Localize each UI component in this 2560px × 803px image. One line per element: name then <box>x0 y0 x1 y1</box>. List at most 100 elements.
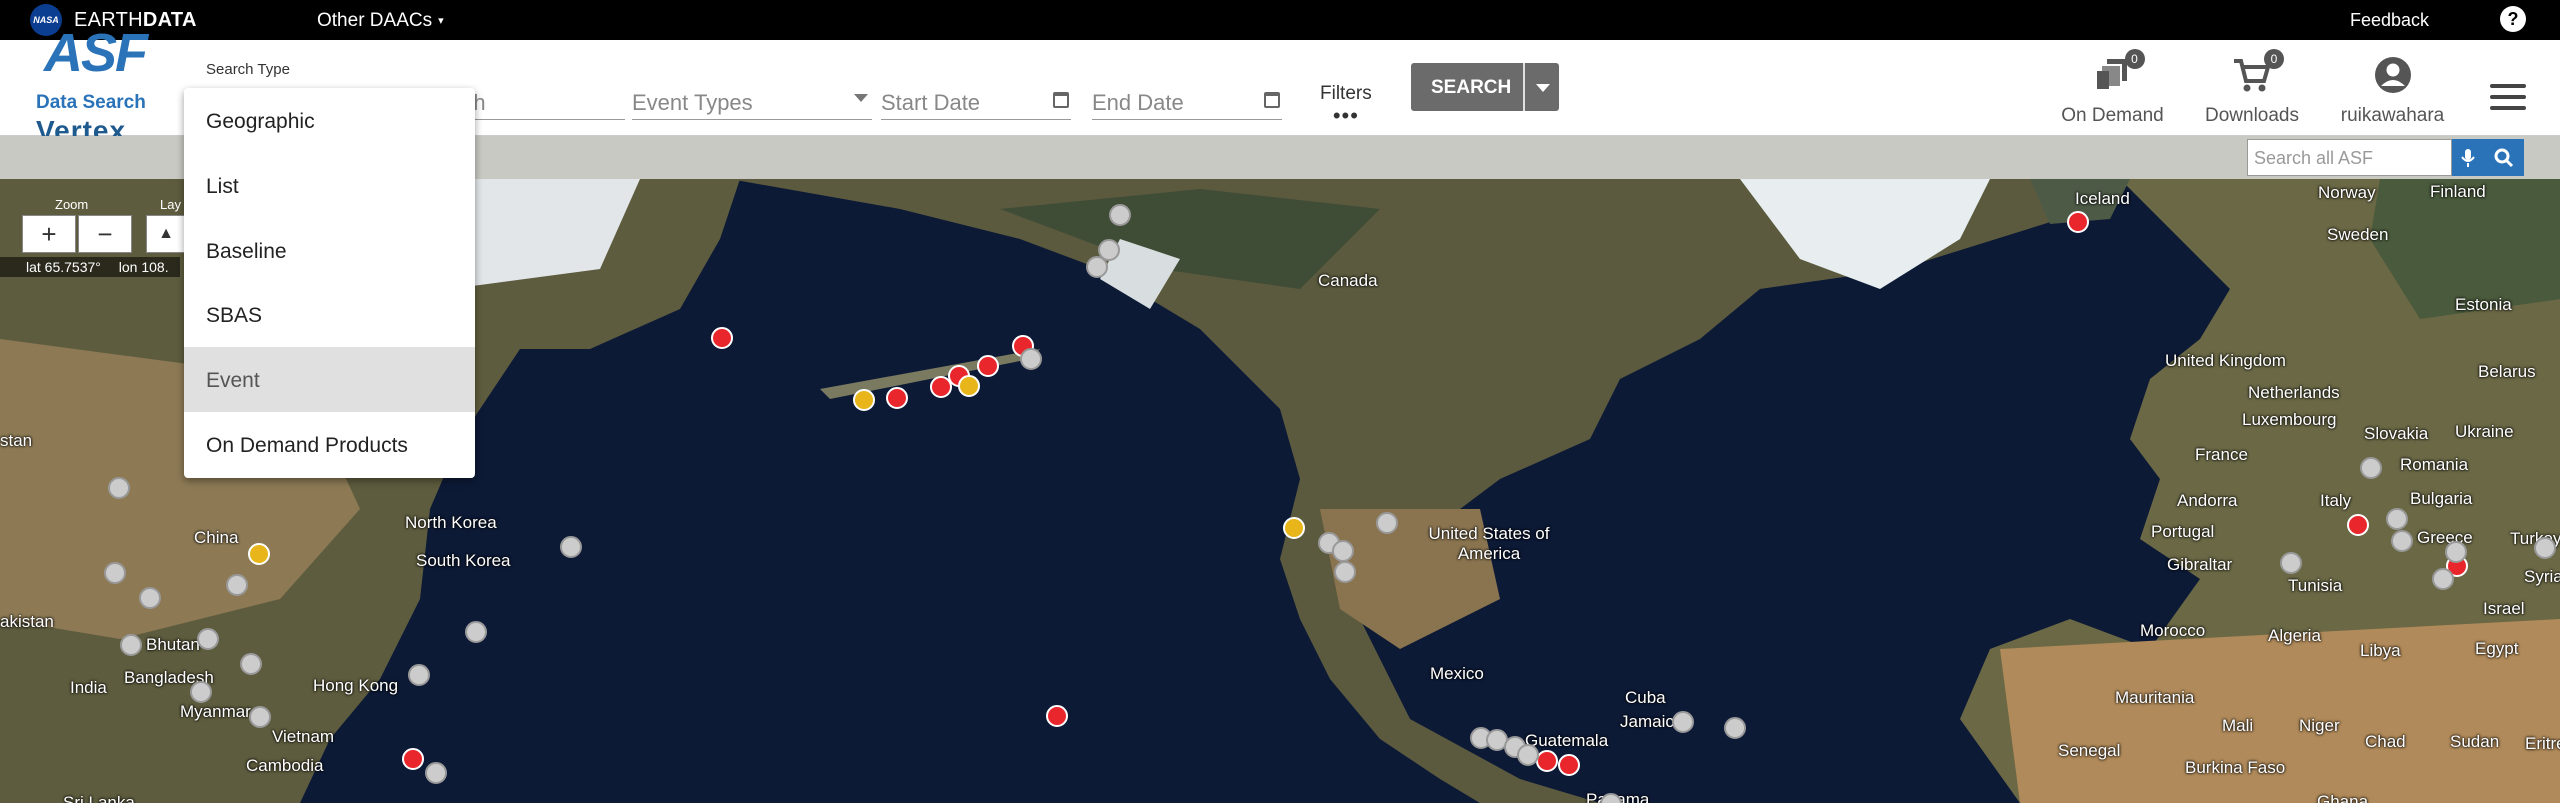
on-demand-label: On Demand <box>2061 105 2164 126</box>
map-label: Sudan <box>2450 732 2500 751</box>
search-type-on-demand-products[interactable]: On Demand Products <box>184 412 475 477</box>
earthquake-event-marker[interactable] <box>104 562 126 584</box>
earthquake-event-marker[interactable] <box>108 477 130 499</box>
other-daacs-label: Other DAACs <box>317 10 433 31</box>
earthquake-event-marker[interactable] <box>1332 540 1354 562</box>
earthquake-event-marker[interactable] <box>1517 744 1539 766</box>
earthquake-event-marker[interactable] <box>226 574 248 596</box>
username-label: ruikawahara <box>2340 105 2445 126</box>
search-button[interactable]: SEARCH <box>1411 63 1559 111</box>
earthquake-event-marker[interactable] <box>1334 561 1356 583</box>
earthquake-event-marker[interactable] <box>1724 717 1746 739</box>
volcano-event-marker[interactable] <box>977 355 999 377</box>
map-label: Slovakia <box>2364 424 2429 443</box>
map-label: United States of America <box>1428 524 1550 563</box>
earthquake-event-marker[interactable] <box>2386 508 2408 530</box>
search-options-caret-icon[interactable] <box>1536 84 1550 92</box>
map-label: Morocco <box>2140 621 2206 640</box>
earthquake-event-marker[interactable] <box>2391 530 2413 552</box>
logo-asf-text: ASF <box>44 23 148 83</box>
map-label: Algeria <box>2268 626 2321 645</box>
on-demand-button[interactable]: 0 On Demand <box>2055 49 2170 127</box>
earthquake-event-marker[interactable] <box>1376 512 1398 534</box>
search-all-asf-input[interactable]: Search all ASF <box>2247 139 2452 176</box>
search-type-geographic[interactable]: Geographic <box>184 88 475 153</box>
calendar-icon[interactable] <box>1264 92 1280 108</box>
earthquake-event-marker[interactable] <box>2534 537 2556 559</box>
other-daacs-dropdown[interactable]: Other DAACs ▾ <box>317 10 444 32</box>
earthquake-event-marker[interactable] <box>248 543 270 565</box>
volcano-event-marker[interactable] <box>886 387 908 409</box>
volcano-event-marker[interactable] <box>1558 754 1580 776</box>
asf-vertex-logo[interactable]: ASF Data Search Vertex <box>36 22 166 146</box>
earthquake-event-marker[interactable] <box>465 621 487 643</box>
account-circle-icon <box>2373 55 2413 95</box>
earthquake-event-marker[interactable] <box>408 664 430 686</box>
volcano-event-marker[interactable] <box>2347 514 2369 536</box>
map-label: Egypt <box>2475 639 2519 658</box>
search-type-sbas[interactable]: SBAS <box>184 282 475 347</box>
earthquake-event-marker[interactable] <box>240 653 262 675</box>
filters-button[interactable]: Filters ••• <box>1320 83 1372 128</box>
earthquake-event-marker[interactable] <box>1020 348 1042 370</box>
zoom-in-button[interactable]: + <box>22 215 76 253</box>
earthquake-event-marker[interactable] <box>2360 457 2382 479</box>
map-label: Finland <box>2430 182 2486 201</box>
volcano-event-marker[interactable] <box>1046 705 1068 727</box>
earthquake-event-marker[interactable] <box>1109 204 1131 226</box>
earthquake-event-marker[interactable] <box>425 762 447 784</box>
earthquake-event-marker[interactable] <box>2280 552 2302 574</box>
map-label: Canada <box>1318 271 1378 290</box>
search-type-list[interactable]: List <box>184 153 475 218</box>
earthquake-event-marker[interactable] <box>958 375 980 397</box>
earthquake-event-marker[interactable] <box>197 628 219 650</box>
earthquake-event-marker[interactable] <box>139 587 161 609</box>
map-label: Vietnam <box>272 727 335 746</box>
map-label: Netherlands <box>2248 383 2340 402</box>
earthquake-event-marker[interactable] <box>2432 568 2454 590</box>
more-dots-icon: ••• <box>1332 103 1359 128</box>
earthquake-event-marker[interactable] <box>853 389 875 411</box>
start-date-field[interactable]: Start Date <box>881 80 1071 120</box>
volcano-event-marker[interactable] <box>402 748 424 770</box>
end-date-field[interactable]: End Date <box>1092 80 1282 120</box>
event-types-select[interactable]: Event Types <box>632 80 872 120</box>
logo-data-search-text: Data Search <box>36 92 146 113</box>
calendar-icon[interactable] <box>1053 92 1069 108</box>
earthdata-topbar: NASA EARTHDATA Other DAACs ▾ Feedback ? <box>0 0 2560 40</box>
hamburger-menu-icon[interactable] <box>2490 84 2526 117</box>
volcano-event-marker[interactable] <box>1536 750 1558 772</box>
search-field[interactable]: rch <box>455 80 625 120</box>
search-type-baseline[interactable]: Baseline <box>184 218 475 283</box>
map-label: Hong Kong <box>313 676 399 695</box>
user-account-button[interactable]: ruikawahara <box>2335 55 2450 127</box>
help-icon[interactable]: ? <box>2500 6 2526 32</box>
map-label: Syria <box>2524 567 2560 586</box>
earthquake-event-marker[interactable] <box>249 706 271 728</box>
feedback-link[interactable]: Feedback <box>2350 10 2429 31</box>
volcano-event-marker[interactable] <box>711 327 733 349</box>
earthquake-event-marker[interactable] <box>2445 541 2467 563</box>
caret-down-icon: ▾ <box>438 15 444 28</box>
search-icon[interactable] <box>2484 139 2524 176</box>
mountain-icon: ▲ <box>158 225 174 242</box>
downloads-label: Downloads <box>2205 105 2299 126</box>
earthquake-event-marker[interactable] <box>560 536 582 558</box>
earthquake-event-marker[interactable] <box>120 634 142 656</box>
earthquake-event-marker[interactable] <box>1672 711 1694 733</box>
earthquake-event-marker[interactable] <box>1086 256 1108 278</box>
map-label: Italy <box>2320 491 2352 510</box>
microphone-icon[interactable] <box>2452 139 2484 176</box>
on-demand-queue-icon: 0 <box>2093 49 2145 95</box>
map-label: Libya <box>2360 641 2401 660</box>
downloads-button[interactable]: 0 Downloads <box>2192 49 2312 127</box>
map-label: South Korea <box>416 551 511 570</box>
earthquake-event-marker[interactable] <box>1283 517 1305 539</box>
layers-button[interactable]: ▲ <box>146 215 186 253</box>
zoom-out-button[interactable]: − <box>78 215 132 253</box>
volcano-event-marker[interactable] <box>2067 211 2089 233</box>
earthquake-event-marker[interactable] <box>190 681 212 703</box>
search-type-event[interactable]: Event <box>184 347 475 412</box>
map-label: Belarus <box>2478 362 2536 381</box>
map-label: Guatemala <box>1525 731 1609 750</box>
